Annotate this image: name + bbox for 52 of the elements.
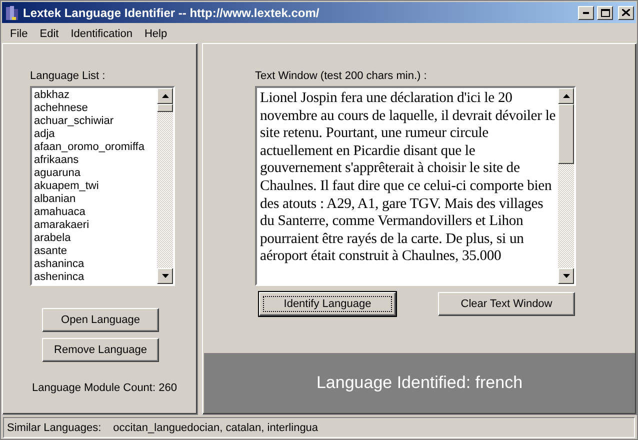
text-content: Lionel Jospin fera une déclaration d'ici le 20 novembre au cours de laquelle, il devrait dévoiler le site retenu. Pourtant, une rumeur circule actuellement en Picardie disant que le gouvernement s'apprêterait à choisir le site de Chaulnes. Il faut dire que ce celui-ci comporte bien des atouts : A29, A1, gare TGV. Mais des villages du Santerre, comme Vermandovillers et Lihon pourraient être rayés de la carte. De plus, si un aéroport était construit à Chaulnes, 35.000 [259,89,557,266]
scroll-up-button[interactable] [558,88,574,104]
scrollbar[interactable] [157,88,173,284]
down-arrow-icon [162,274,168,278]
app-icon [4,4,20,20]
list-item[interactable]: asheninca [34,271,155,284]
scroll-down-button[interactable] [558,268,574,284]
scroll-thumb[interactable] [157,104,173,112]
list-label: Language List : [30,70,106,82]
scroll-thumb[interactable] [558,104,574,164]
status-value: occitan_languedocian, catalan, interlingua [113,422,318,434]
result-text: Language Identified: french [316,373,523,393]
list-item[interactable]: amarakaeri [34,219,155,232]
list-item[interactable]: aguaruna [34,167,155,180]
list-item[interactable]: arabela [34,232,155,245]
action-button[interactable]: Identify Language [259,292,396,316]
maximize-button[interactable] [597,6,613,20]
close-button[interactable] [618,6,634,20]
action-button[interactable]: Clear Text Window [438,292,575,316]
up-arrow-icon [562,94,570,98]
text-window-label: Text Window (test 200 chars min.) : [255,70,427,82]
up-arrow-icon [162,94,168,98]
status-label: Similar Languages: [7,422,102,434]
menu-item[interactable]: Help [138,28,174,40]
scroll-up-button[interactable] [157,88,173,104]
list-item[interactable]: afrikaans [34,154,155,167]
menu-item[interactable]: Identification [64,28,138,40]
language-list[interactable]: abkhaz achehnese achuar_schiwiar adja afaan_oromo_oromiffa afrikaans aguaruna akuapem_twi albanian amahuaca amarakaeri arabela asante ashaninca asheninca [30,86,175,286]
list-item[interactable]: akuapem_twi [34,180,155,193]
list-item[interactable]: amahuaca [34,206,155,219]
text-window[interactable] [255,86,576,286]
scroll-down-button[interactable] [157,268,173,284]
maximize-icon [600,8,610,16]
list-item[interactable]: asante [34,245,155,258]
down-arrow-icon [562,274,570,278]
panel-button[interactable]: Open Language [42,308,159,332]
list-item[interactable]: afaan_oromo_oromiffa [34,141,155,154]
module-count: Language Module Count: 260 [32,382,177,394]
window-title: Lextek Language Identifier -- http://www.lextek.com/ [23,6,320,20]
list-item[interactable]: adja [34,128,155,141]
list-item[interactable]: albanian [34,193,155,206]
list-item[interactable]: achuar_schiwiar [34,115,155,128]
list-item[interactable]: abkhaz [34,89,155,102]
menu-item[interactable]: File [4,28,34,40]
minimize-icon [583,12,589,14]
list-item[interactable]: achehnese [34,102,155,115]
list-item[interactable]: ashaninca [34,258,155,271]
minimize-button[interactable] [578,6,594,20]
close-icon [622,9,630,16]
panel-button[interactable]: Remove Language [42,338,159,362]
scrollbar[interactable] [558,88,574,284]
menu-item[interactable]: Edit [34,28,65,40]
